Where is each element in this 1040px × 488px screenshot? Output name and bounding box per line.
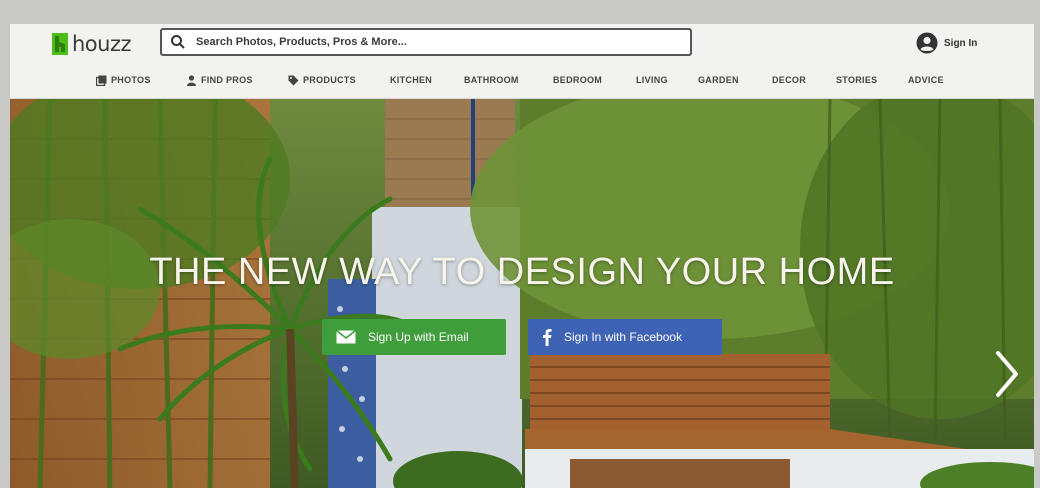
houzz-logo[interactable]: houzz [52,29,132,59]
nav-label: LIVING [636,75,668,85]
sign-in-facebook-label: Sign In with Facebook [564,330,683,344]
nav-item-living[interactable]: LIVING [636,70,668,90]
hero-banner: THE NEW WAY TO DESIGN YOUR HOME Sign Up … [10,99,1034,488]
tag-icon [288,75,299,85]
nav-item-find-pros[interactable]: FIND PROS [186,70,253,90]
sign-up-email-button[interactable]: Sign Up with Email [322,319,506,355]
nav-item-decor[interactable]: DECOR [772,70,806,90]
nav-item-stories[interactable]: STORIES [836,70,877,90]
nav-label: BATHROOM [464,75,519,85]
search-input[interactable] [194,35,678,49]
user-circle-icon [916,32,938,54]
nav-item-garden[interactable]: GARDEN [698,70,739,90]
sign-in-link[interactable]: Sign In [916,32,977,54]
chevron-right-icon[interactable] [994,349,1020,399]
nav-item-photos[interactable]: PHOTOS [96,70,151,90]
search-bar[interactable] [160,28,692,56]
nav-item-products[interactable]: PRODUCTS [288,70,356,90]
nav-item-bedroom[interactable]: BEDROOM [553,70,602,90]
nav-item-kitchen[interactable]: KITCHEN [390,70,432,90]
nav-label: STORIES [836,75,878,85]
browser-viewport: houzz Sign In PHOTOS [10,24,1034,488]
hero-headline: THE NEW WAY TO DESIGN YOUR HOME [149,251,895,293]
nav-label: BEDROOM [553,75,603,85]
nav-label: ADVICE [908,75,944,85]
nav-item-bathroom[interactable]: BATHROOM [464,70,519,90]
sign-up-email-label: Sign Up with Email [368,330,469,344]
search-icon [171,35,185,49]
nav-label: FIND PROS [201,75,253,85]
nav-label: KITCHEN [390,75,433,85]
site-header: houzz Sign In PHOTOS [10,24,1034,99]
nav-label: PRODUCTS [303,75,356,85]
facebook-icon [543,329,552,346]
category-nav: PHOTOS FIND PROS PRODUCTS KITCHEN BATHRO… [10,70,1034,90]
sign-in-label: Sign In [944,37,978,49]
photos-icon [96,75,107,86]
nav-label: DECOR [772,75,807,85]
nav-label: GARDEN [698,75,739,85]
envelope-icon [336,330,356,344]
sign-in-facebook-button[interactable]: Sign In with Facebook [528,319,722,355]
logo-text: houzz [72,32,132,56]
nav-label: PHOTOS [111,75,151,85]
houzz-logo-icon [52,33,68,55]
nav-item-advice[interactable]: ADVICE [908,70,944,90]
person-icon [187,74,196,86]
